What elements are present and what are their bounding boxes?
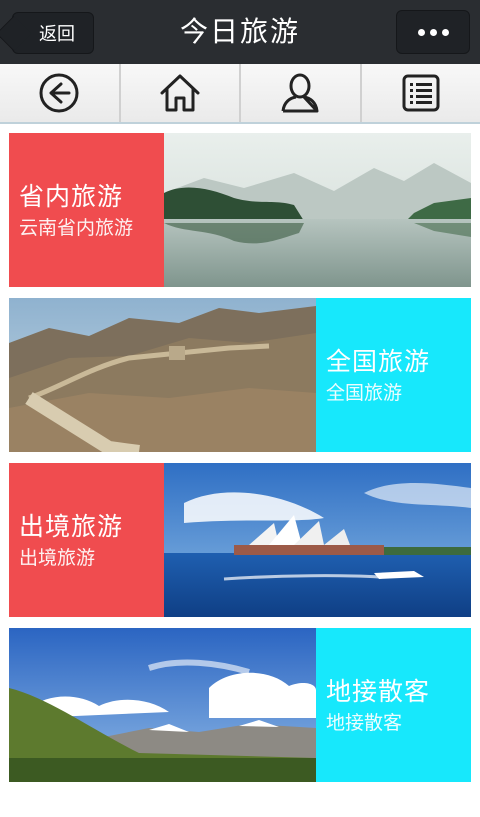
list-icon (402, 74, 440, 112)
nav-back[interactable] (0, 64, 121, 122)
more-dot-icon (429, 28, 437, 36)
more-dot-icon (417, 28, 425, 36)
opera-house-image (164, 463, 471, 617)
card-local-guest[interactable]: 地接散客 地接散客 (9, 628, 471, 782)
more-dot-icon (441, 28, 449, 36)
nav-list[interactable] (362, 64, 480, 122)
card-title: 出境旅游 (19, 512, 124, 541)
card-national-tour[interactable]: 全国旅游 全国旅游 (9, 298, 471, 452)
home-icon (160, 74, 200, 112)
nav-home[interactable] (121, 64, 241, 122)
card-outbound-tour[interactable]: 出境旅游 出境旅游 (9, 463, 471, 617)
card-subtitle: 全国旅游 (326, 382, 403, 404)
nav-toolbar (0, 64, 480, 124)
card-title: 全国旅游 (326, 347, 431, 376)
card-provincial-tour[interactable]: 省内旅游 云南省内旅游 (9, 133, 471, 287)
great-wall-image (9, 298, 316, 452)
more-menu-button[interactable] (396, 10, 470, 54)
misty-lake-image (164, 133, 471, 287)
card-subtitle: 出境旅游 (19, 547, 96, 569)
card-label-block: 全国旅游 全国旅游 (316, 298, 471, 452)
card-label-block: 省内旅游 云南省内旅游 (9, 133, 164, 287)
card-title: 地接散客 (326, 677, 431, 706)
plateau-mountains-image (9, 628, 316, 782)
card-label-block: 地接散客 地接散客 (316, 628, 471, 782)
user-icon (281, 73, 319, 113)
back-arrow-icon (39, 73, 79, 113)
card-subtitle: 云南省内旅游 (19, 217, 134, 239)
top-bar: 返回 今日旅游 (0, 0, 480, 64)
card-label-block: 出境旅游 出境旅游 (9, 463, 164, 617)
card-subtitle: 地接散客 (326, 712, 403, 734)
nav-user[interactable] (241, 64, 362, 122)
card-title: 省内旅游 (19, 182, 124, 211)
